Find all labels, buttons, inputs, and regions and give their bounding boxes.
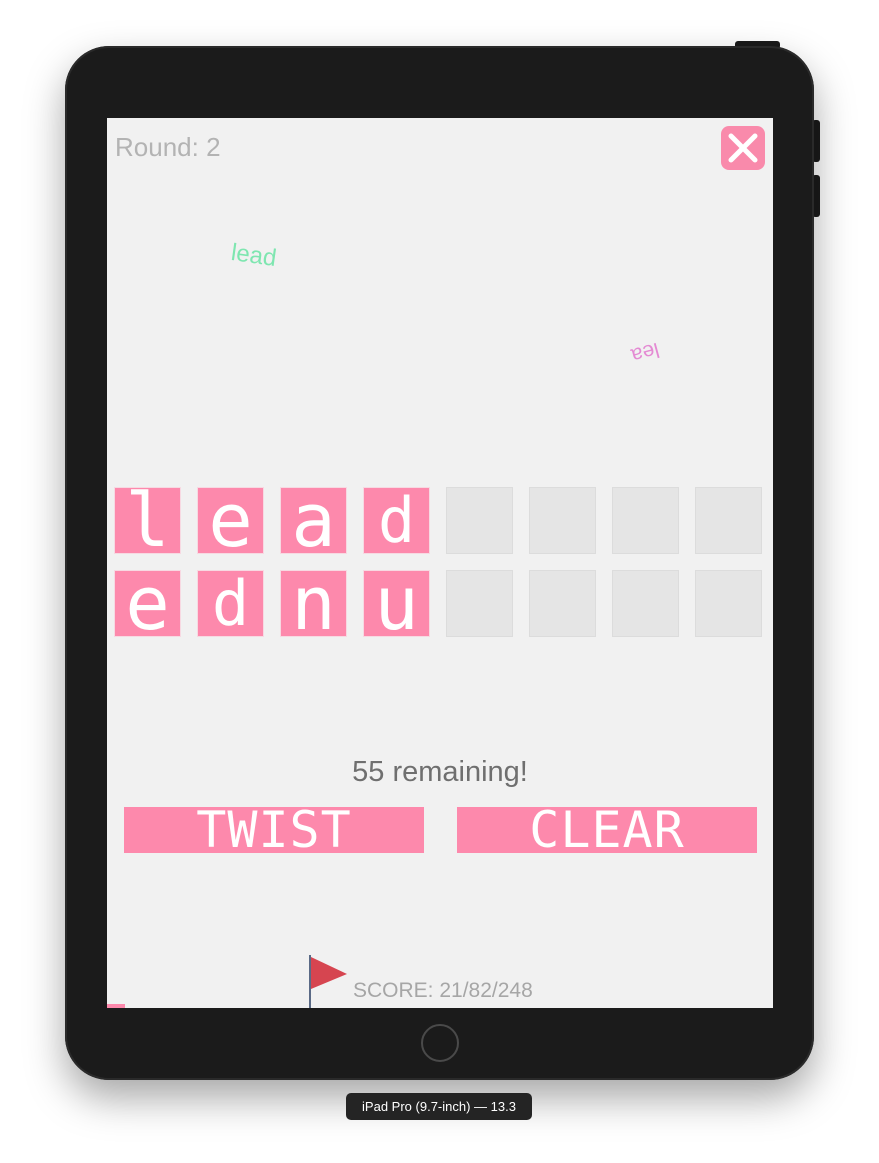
answer-tile[interactable]: d	[363, 487, 430, 554]
answer-tile[interactable]: a	[280, 484, 347, 558]
letter-row: e d n u	[114, 567, 762, 641]
score-label: SCORE: 21/82/248	[353, 979, 533, 1002]
device-label: iPad Pro (9.7-inch) — 13.3	[346, 1093, 532, 1120]
progress-marker	[107, 1004, 125, 1008]
letter-tile[interactable]: u	[363, 567, 430, 641]
flag-icon	[309, 955, 347, 1008]
letter-tile[interactable]: e	[114, 567, 181, 641]
round-label: Round: 2	[115, 132, 221, 162]
empty-answer-slot[interactable]	[446, 487, 513, 554]
home-button[interactable]	[421, 1024, 459, 1062]
clear-button[interactable]: CLEAR	[457, 805, 757, 855]
letter-tile[interactable]: n	[280, 567, 347, 641]
answer-tile[interactable]: e	[197, 484, 264, 558]
close-button[interactable]	[721, 126, 765, 170]
empty-answer-slot[interactable]	[529, 487, 596, 554]
empty-letter-slot[interactable]	[695, 570, 762, 637]
answer-row: l e a d	[114, 484, 762, 558]
letter-tile[interactable]: d	[197, 570, 264, 637]
empty-answer-slot[interactable]	[612, 487, 679, 554]
close-x-icon	[728, 133, 758, 163]
empty-letter-slot[interactable]	[529, 570, 596, 637]
empty-answer-slot[interactable]	[695, 487, 762, 554]
floating-word: lead	[229, 238, 279, 273]
twist-button[interactable]: TWIST	[124, 805, 424, 855]
empty-letter-slot[interactable]	[446, 570, 513, 637]
answer-tile[interactable]: l	[114, 484, 181, 558]
floating-word: lea	[628, 337, 662, 368]
empty-letter-slot[interactable]	[612, 570, 679, 637]
game-screen: Round: 2 lead lea l e a d e d n u 55 rem…	[107, 118, 773, 1008]
remaining-count: 55 remaining!	[352, 756, 528, 788]
